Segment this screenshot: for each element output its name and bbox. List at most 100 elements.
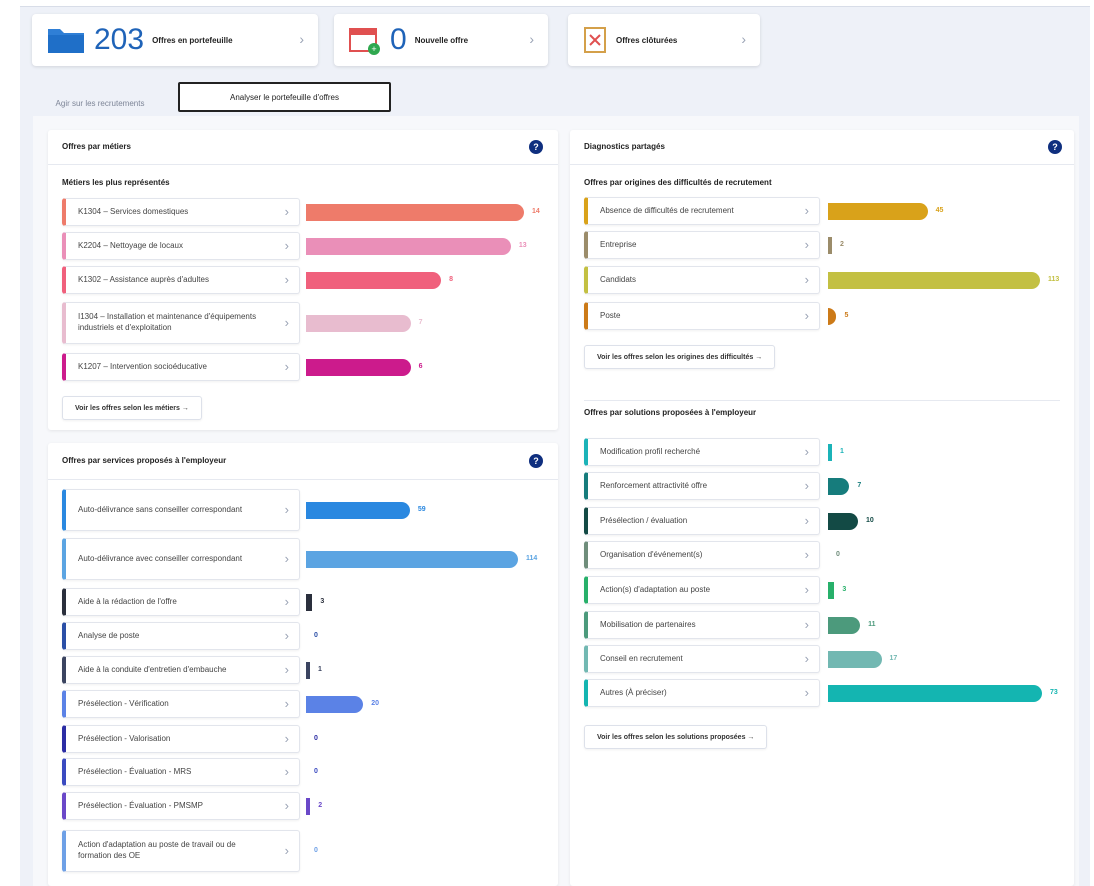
bar-value-label: 7 <box>857 481 862 489</box>
bar <box>306 358 411 376</box>
row-label-text: K1302 – Assistance auprès d'adultes <box>78 274 209 284</box>
row-label-button[interactable]: Conseil en recrutement › <box>584 645 820 673</box>
bar <box>828 512 858 530</box>
row-label-button[interactable]: K1304 – Services domestiques › <box>62 198 300 226</box>
row-label-button[interactable]: Auto-délivrance avec conseiller correspo… <box>62 538 300 580</box>
row-label-button[interactable]: Présélection - Valorisation › <box>62 725 300 753</box>
bar-value-label: 5 <box>844 311 849 319</box>
row-label-button[interactable]: Candidats › <box>584 266 820 294</box>
row-label-text: K2204 – Nettoyage de locaux <box>78 240 183 250</box>
row-label-button[interactable]: Aide à la rédaction de l'offre › <box>62 588 300 616</box>
bar-value-label: 0 <box>314 767 318 775</box>
row-label-text: Conseil en recrutement <box>600 653 683 663</box>
bar <box>828 477 850 495</box>
row-label-button[interactable]: Organisation d'événement(s) › <box>584 541 820 569</box>
row-label-button[interactable]: Présélection - Évaluation - MRS › <box>62 758 300 786</box>
bar <box>828 650 882 668</box>
view-offers-by-profession-link[interactable]: Voir les offres selon les métiers → <box>62 396 202 420</box>
row-label-text: Action d'adaptation au poste de travail … <box>78 840 236 860</box>
bar-value-label: 6 <box>418 362 423 370</box>
chevron-right-icon: › <box>284 502 289 518</box>
chevron-right-icon: › <box>284 204 289 220</box>
chevron-right-icon: › <box>804 203 809 219</box>
row-label-button[interactable]: Poste › <box>584 302 820 330</box>
chevron-right-icon: › <box>804 272 809 288</box>
bar <box>306 237 511 255</box>
bar-value-label: 73 <box>1050 688 1058 696</box>
bar-value-label: 3 <box>842 585 847 593</box>
view-offers-by-solutions-link[interactable]: Voir les offres selon les solutions prop… <box>584 725 768 749</box>
chevron-right-icon: › <box>741 31 746 47</box>
bar-value-label: 59 <box>417 505 426 513</box>
row-label-button[interactable]: Présélection / évaluation › <box>584 507 820 535</box>
row-label-text: Aide à la rédaction de l'offre <box>78 596 177 606</box>
row-label-text: Absence de difficultés de recrutement <box>600 205 734 215</box>
help-icon[interactable]: ? <box>529 454 543 468</box>
section-subtitle: Offres par solutions proposées à l'emplo… <box>584 408 757 417</box>
row-label-button[interactable]: Analyse de poste › <box>62 622 300 650</box>
row-label-button[interactable]: I1304 – Installation et maintenance d'éq… <box>62 302 300 344</box>
row-label-text: K1304 – Services domestiques <box>78 206 189 216</box>
bar-value-label: 10 <box>865 516 874 524</box>
row-label-button[interactable]: K2204 – Nettoyage de locaux › <box>62 232 300 260</box>
row-label-text: Autres (À préciser) <box>600 687 667 697</box>
bar <box>828 271 1040 289</box>
row-label-text: I1304 – Installation et maintenance d'éq… <box>78 312 257 332</box>
section-subtitle: Offres par origines des difficultés de r… <box>584 178 772 187</box>
svg-text:+: + <box>371 44 376 54</box>
tab-act-on-recruitment[interactable]: Agir sur les recrutements <box>40 89 160 117</box>
bar-value-label: 7 <box>418 318 423 326</box>
stat-label: Offres clôturées <box>616 35 678 45</box>
bar-value-label: 17 <box>889 654 898 662</box>
row-label-button[interactable]: K1207 – Intervention socioéducative › <box>62 353 300 381</box>
divider <box>570 164 1074 165</box>
chevron-right-icon: › <box>299 31 304 47</box>
chevron-right-icon: › <box>284 315 289 331</box>
stat-card-closed-offers[interactable]: Offres clôturées › <box>568 14 760 66</box>
row-label-button[interactable]: Mobilisation de partenaires › <box>584 611 820 639</box>
row-label-button[interactable]: Présélection - Évaluation - PMSMP › <box>62 792 300 820</box>
row-label-button[interactable]: Action(s) d'adaptation au poste › <box>584 576 820 604</box>
row-label-text: Entreprise <box>600 239 637 249</box>
chevron-right-icon: › <box>804 478 809 494</box>
row-label-button[interactable]: Autres (À préciser) › <box>584 679 820 707</box>
bar-value-label: 0 <box>314 631 318 639</box>
chevron-right-icon: › <box>284 662 289 678</box>
bar-value-label: 0 <box>314 734 318 742</box>
row-label-button[interactable]: Modification profil recherché › <box>584 438 820 466</box>
card-title: Diagnostics partagés <box>584 142 665 151</box>
row-label-text: Candidats <box>600 274 637 284</box>
row-label-button[interactable]: Action d'adaptation au poste de travail … <box>62 830 300 872</box>
closed-offer-icon <box>584 27 606 53</box>
stat-value: 0 <box>390 23 407 56</box>
bar <box>306 314 411 332</box>
row-label-button[interactable]: K1302 – Assistance auprès d'adultes › <box>62 266 300 294</box>
chevron-right-icon: › <box>804 582 809 598</box>
folder-icon <box>48 29 84 53</box>
row-label-button[interactable]: Aide à la conduite d'entretien d'embauch… <box>62 656 300 684</box>
row-label-button[interactable]: Présélection - Vérification › <box>62 690 300 718</box>
row-label-text: Organisation d'événement(s) <box>600 549 703 559</box>
bar-value-label: 14 <box>532 207 540 215</box>
bar <box>828 443 832 461</box>
row-label-button[interactable]: Absence de difficultés de recrutement › <box>584 197 820 225</box>
chevron-right-icon: › <box>284 551 289 567</box>
stat-card-new-offer[interactable]: + 0 Nouvelle offre › <box>334 14 548 66</box>
row-label-button[interactable]: Entreprise › <box>584 231 820 259</box>
row-label-button[interactable]: Auto-délivrance sans conseiller correspo… <box>62 489 300 531</box>
bar-value-label: 0 <box>836 550 840 558</box>
view-offers-by-origins-link[interactable]: Voir les offres selon les origines des d… <box>584 345 776 369</box>
bar-value-label: 2 <box>318 801 323 809</box>
chevron-right-icon: › <box>284 628 289 644</box>
bar <box>306 593 313 611</box>
calendar-icon: + <box>349 28 380 55</box>
help-icon[interactable]: ? <box>1048 140 1062 154</box>
row-label-text: Présélection / évaluation <box>600 515 688 525</box>
row-label-text: Mobilisation de partenaires <box>600 619 696 629</box>
bar <box>828 616 861 634</box>
help-icon[interactable]: ? <box>529 140 543 154</box>
row-label-button[interactable]: Renforcement attractivité offre › <box>584 472 820 500</box>
stat-card-portfolio[interactable]: 203 Offres en portefeuille › <box>32 14 318 66</box>
divider <box>48 479 558 480</box>
tab-analyze-portfolio[interactable]: Analyser le portefeuille d'offres <box>178 82 391 112</box>
